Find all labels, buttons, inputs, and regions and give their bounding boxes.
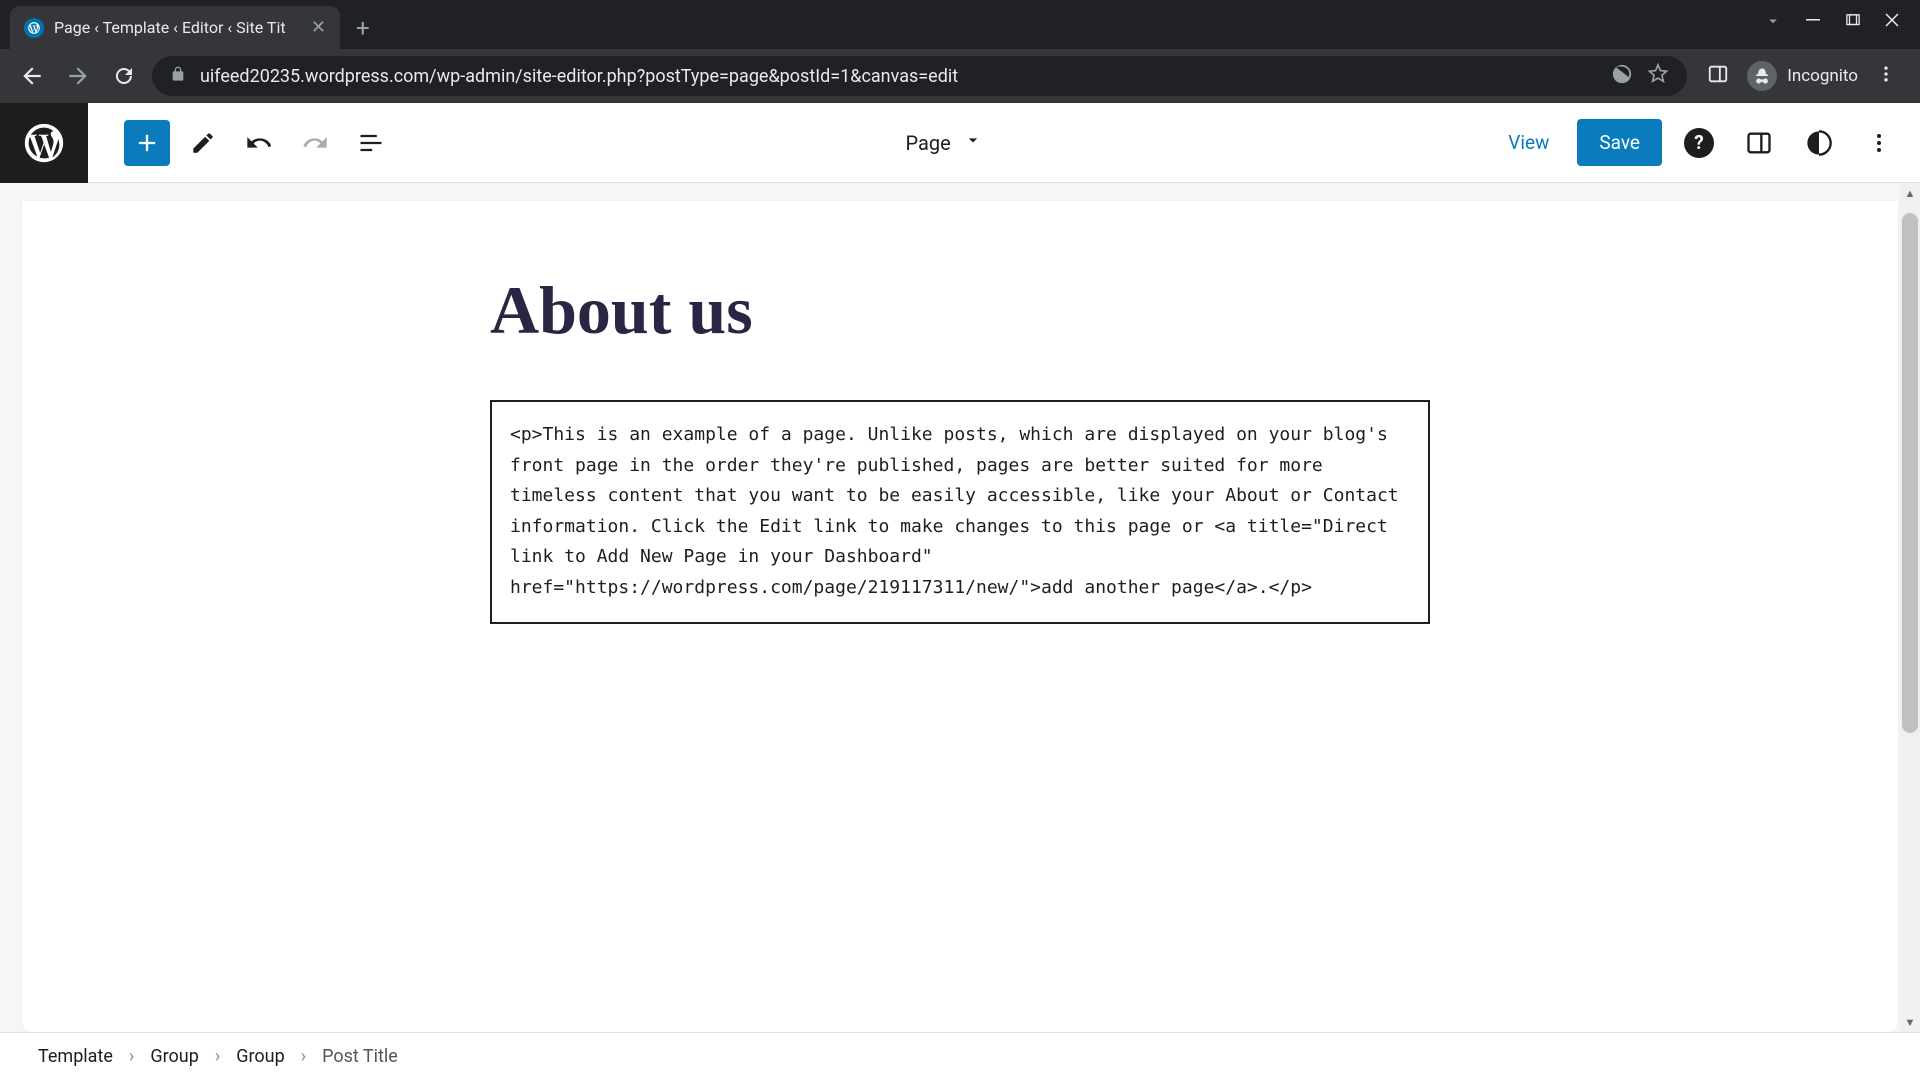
editor-header: Page View Save ? bbox=[0, 103, 1920, 183]
forward-button[interactable] bbox=[60, 58, 96, 94]
chevron-right-icon: › bbox=[129, 1046, 134, 1067]
reload-button[interactable] bbox=[106, 58, 142, 94]
browser-chrome: Page ‹ Template ‹ Editor ‹ Site Tit ✕ + … bbox=[0, 0, 1920, 103]
settings-panel-button[interactable] bbox=[1736, 120, 1782, 166]
browser-actions: Incognito bbox=[1697, 61, 1906, 91]
list-view-button[interactable] bbox=[348, 120, 394, 166]
incognito-badge[interactable]: Incognito bbox=[1747, 61, 1858, 91]
help-button[interactable]: ? bbox=[1676, 120, 1722, 166]
content-wrap: About us <p>This is an example of a page… bbox=[470, 271, 1450, 624]
address-bar: uifeed20235.wordpress.com/wp-admin/site-… bbox=[0, 49, 1920, 103]
scroll-down-icon[interactable]: ▼ bbox=[1900, 1012, 1920, 1032]
incognito-label: Incognito bbox=[1787, 66, 1858, 86]
browser-tab[interactable]: Page ‹ Template ‹ Editor ‹ Site Tit ✕ bbox=[10, 6, 340, 49]
wordpress-favicon-icon bbox=[24, 18, 44, 38]
tab-dropdown-icon[interactable] bbox=[1764, 12, 1782, 35]
tab-strip: Page ‹ Template ‹ Editor ‹ Site Tit ✕ + bbox=[0, 0, 1920, 49]
side-panel-icon[interactable] bbox=[1707, 63, 1729, 89]
crumb-group-2[interactable]: Group bbox=[234, 1042, 286, 1071]
lock-icon bbox=[170, 66, 186, 87]
block-breadcrumb: Template › Group › Group › Post Title bbox=[0, 1032, 1920, 1080]
redo-button[interactable] bbox=[292, 120, 338, 166]
chevron-right-icon: › bbox=[215, 1046, 220, 1067]
url-field[interactable]: uifeed20235.wordpress.com/wp-admin/site-… bbox=[152, 56, 1687, 96]
view-button[interactable]: View bbox=[1494, 121, 1563, 164]
help-icon: ? bbox=[1684, 128, 1714, 158]
editor-canvas[interactable]: About us <p>This is an example of a page… bbox=[0, 183, 1920, 1032]
add-block-button[interactable] bbox=[124, 120, 170, 166]
close-tab-icon[interactable]: ✕ bbox=[311, 17, 326, 38]
edit-tool-button[interactable] bbox=[180, 120, 226, 166]
more-options-button[interactable] bbox=[1856, 120, 1902, 166]
canvas-content: About us <p>This is an example of a page… bbox=[22, 201, 1898, 1032]
chevron-down-icon bbox=[963, 130, 983, 155]
html-block-editor[interactable]: <p>This is an example of a page. Unlike … bbox=[490, 400, 1430, 624]
close-window-icon[interactable] bbox=[1884, 12, 1900, 35]
wordpress-logo-button[interactable] bbox=[0, 103, 88, 183]
browser-menu-icon[interactable] bbox=[1876, 64, 1896, 88]
maximize-icon[interactable] bbox=[1846, 12, 1860, 35]
crumb-template[interactable]: Template bbox=[36, 1042, 115, 1071]
toolbar-right: View Save ? bbox=[1494, 119, 1902, 166]
tab-title: Page ‹ Template ‹ Editor ‹ Site Tit bbox=[54, 18, 301, 37]
bookmark-icon[interactable] bbox=[1647, 63, 1669, 90]
crumb-post-title[interactable]: Post Title bbox=[320, 1042, 400, 1071]
cookie-block-icon[interactable] bbox=[1611, 63, 1633, 90]
save-button[interactable]: Save bbox=[1577, 119, 1662, 166]
scroll-thumb[interactable] bbox=[1902, 213, 1918, 733]
toolbar-center: Page bbox=[394, 120, 1494, 165]
minimize-icon[interactable] bbox=[1806, 12, 1822, 35]
undo-button[interactable] bbox=[236, 120, 282, 166]
scroll-up-icon[interactable]: ▲ bbox=[1900, 183, 1920, 203]
new-tab-button[interactable]: + bbox=[340, 6, 386, 49]
toolbar-left bbox=[88, 120, 394, 166]
back-button[interactable] bbox=[14, 58, 50, 94]
crumb-group-1[interactable]: Group bbox=[148, 1042, 200, 1071]
chevron-right-icon: › bbox=[301, 1046, 306, 1067]
scrollbar[interactable]: ▲ ▼ bbox=[1900, 183, 1920, 1032]
url-text: uifeed20235.wordpress.com/wp-admin/site-… bbox=[200, 66, 1597, 87]
incognito-icon bbox=[1747, 61, 1777, 91]
site-editor: Page View Save ? About us <p>This is an … bbox=[0, 103, 1920, 1080]
document-selector[interactable]: Page bbox=[890, 120, 999, 165]
styles-button[interactable] bbox=[1796, 120, 1842, 166]
page-title[interactable]: About us bbox=[490, 271, 1430, 350]
window-controls bbox=[1744, 0, 1920, 47]
document-label: Page bbox=[906, 131, 951, 155]
